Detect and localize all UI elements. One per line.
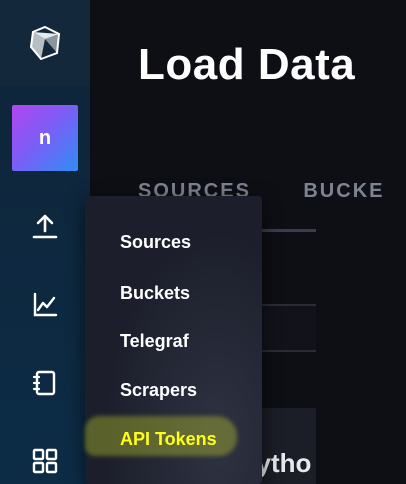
tab-buckets[interactable]: BUCKE xyxy=(303,180,384,203)
app-window: n Load Data SOURCES BUCKE Tokens... Sour… xyxy=(0,0,406,484)
nav-data-explorer[interactable] xyxy=(28,288,62,322)
nav-load-data[interactable] xyxy=(28,210,62,244)
chart-icon xyxy=(33,292,58,317)
dashboard-icon xyxy=(32,448,58,474)
menu-item-scrapers[interactable]: Scrapers xyxy=(120,380,197,401)
nav-dashboards[interactable] xyxy=(28,444,62,478)
menu-item-buckets[interactable]: Buckets xyxy=(120,283,190,304)
page-title: Load Data xyxy=(138,40,356,89)
notebook-icon xyxy=(32,370,56,396)
nav-notebooks[interactable] xyxy=(28,366,62,400)
load-data-menu: Sources Buckets Telegraf Scrapers API To… xyxy=(85,196,262,484)
menu-item-telegraf[interactable]: Telegraf xyxy=(120,331,189,352)
menu-item-api-tokens[interactable]: API Tokens xyxy=(120,429,217,450)
upload-icon xyxy=(32,214,58,239)
sidebar: n xyxy=(0,0,90,484)
org-avatar-letter: n xyxy=(38,126,52,149)
influxdb-logo-icon xyxy=(29,25,61,61)
logo-area[interactable] xyxy=(0,0,90,86)
org-avatar[interactable]: n xyxy=(12,105,78,171)
menu-item-sources[interactable]: Sources xyxy=(120,232,191,253)
